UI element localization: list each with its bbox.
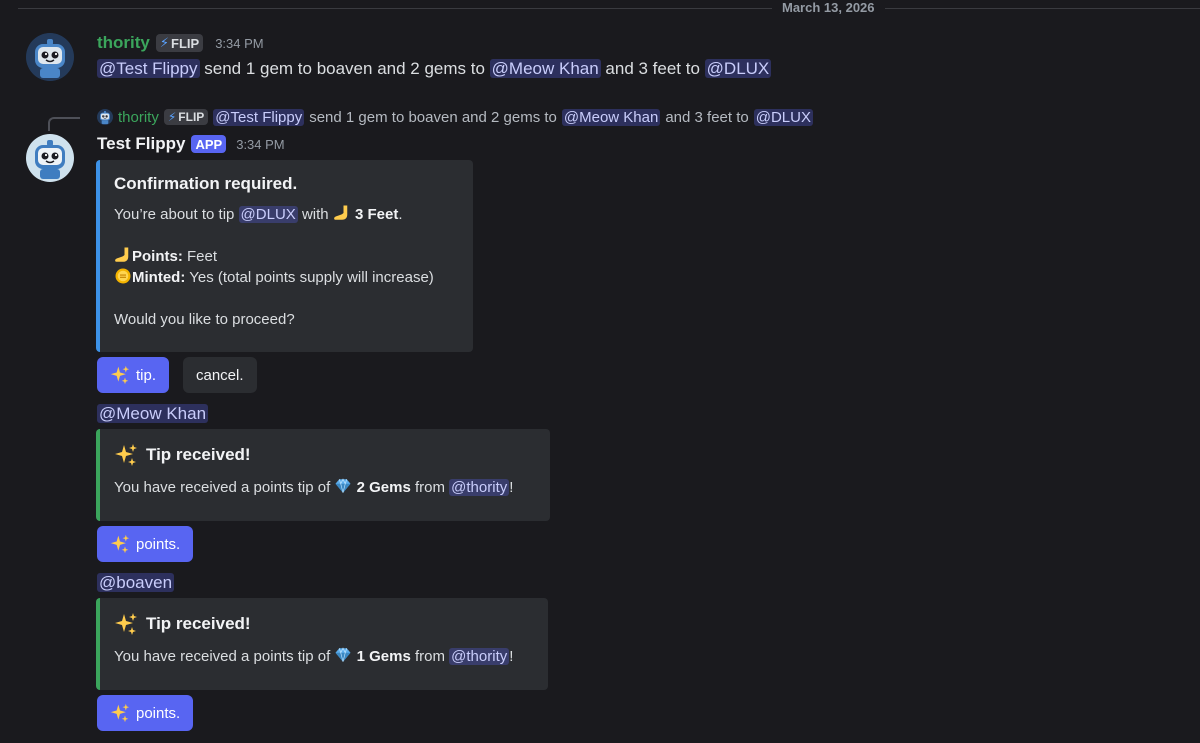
app-badge: APP	[191, 135, 227, 153]
points-label: Points:	[132, 248, 183, 265]
mention-meow-khan[interactable]: @Meow Khan	[97, 404, 209, 423]
badge-label: FLIP	[178, 110, 205, 124]
confirmation-embed: Confirmation required. You’re about to t…	[96, 160, 473, 352]
mention-meow-khan[interactable]: @Meow Khan	[561, 108, 661, 126]
message-header: thority ⚡ FLIP 3:34 PM	[97, 33, 264, 53]
reply-text: send 1 gem to boaven and 2 gems to	[309, 108, 557, 126]
tip2-recipient: @boaven	[97, 571, 175, 595]
divider-date: March 13, 2026	[772, 0, 885, 16]
embed-bold: 3 Feet	[354, 206, 399, 223]
mention-thority[interactable]: @thority	[449, 648, 510, 665]
embed-text: You have received a points tip of	[114, 479, 335, 496]
cancel-button[interactable]: cancel.	[183, 357, 257, 393]
mention-dlux[interactable]: @DLUX	[238, 206, 298, 223]
avatar-test-flippy[interactable]	[26, 134, 74, 182]
gem-emoji-icon	[334, 646, 352, 664]
mention-test-flippy[interactable]: @Test Flippy	[213, 108, 305, 126]
username-thority[interactable]: thority	[97, 33, 150, 53]
mention-dlux[interactable]: @DLUX	[704, 59, 772, 78]
sparkles-emoji-icon	[114, 443, 138, 467]
coin-emoji-icon	[114, 267, 132, 285]
embed-text: with	[297, 206, 333, 223]
foot-emoji-icon	[333, 204, 351, 222]
bolt-icon: ⚡	[167, 110, 177, 124]
embed-line: You have received a points tip of 2 Gems…	[114, 477, 534, 498]
reply-author[interactable]: thority	[118, 109, 159, 126]
embed-text: from	[410, 648, 450, 665]
embed-text: from	[410, 479, 450, 496]
embed-title-text: Tip received!	[146, 445, 251, 464]
flip-badge: ⚡ FLIP	[155, 34, 204, 52]
minted-line: Minted: Yes (total points supply will in…	[114, 267, 457, 288]
tip1-recipient: @Meow Khan	[97, 402, 209, 426]
embed-bold: 1 Gems	[356, 648, 411, 665]
timestamp: 3:34 PM	[215, 35, 264, 51]
embed-text: You have received a points tip of	[114, 648, 335, 665]
date-divider: March 13, 2026	[0, 0, 1200, 16]
tip-button-label: tip.	[136, 366, 157, 384]
mention-meow-khan[interactable]: @Meow Khan	[489, 59, 601, 78]
foot-emoji-icon	[114, 246, 132, 264]
mention-dlux[interactable]: @DLUX	[753, 108, 813, 126]
sparkles-emoji-icon	[114, 612, 138, 636]
minted-value: Yes (total points supply will increase)	[185, 269, 434, 286]
cancel-button-label: cancel.	[196, 366, 244, 384]
embed-line: You have received a points tip of 1 Gems…	[114, 646, 532, 667]
embed-text: !	[509, 648, 514, 665]
tip-button[interactable]: tip.	[97, 357, 170, 393]
points-button-label: points.	[136, 535, 181, 553]
sparkles-emoji-icon	[110, 534, 130, 554]
embed-title: Tip received!	[114, 612, 532, 636]
tip-received-embed: Tip received! You have received a points…	[96, 429, 550, 521]
bolt-icon: ⚡	[159, 35, 170, 50]
reply-reference[interactable]: thority ⚡ FLIP @Test Flippy send 1 gem t…	[97, 107, 813, 127]
reply-text: and 3 feet to	[665, 108, 749, 126]
gem-emoji-icon	[334, 477, 352, 495]
flip-badge: ⚡ FLIP	[163, 109, 209, 125]
tip-received-embed: Tip received! You have received a points…	[96, 598, 548, 690]
points-button-label: points.	[136, 704, 181, 722]
minted-label: Minted:	[132, 269, 186, 286]
points-button[interactable]: points.	[97, 695, 194, 731]
sparkles-emoji-icon	[110, 365, 130, 385]
embed-text: !	[509, 479, 514, 496]
message-content: @Test Flippy send 1 gem to boaven and 2 …	[97, 57, 772, 81]
embed-question: Would you like to proceed?	[114, 311, 295, 328]
reply-spine	[48, 117, 80, 131]
message-text: send 1 gem to boaven and 2 gems to	[199, 59, 490, 78]
embed-text: You’re about to tip	[114, 206, 239, 223]
reply-avatar	[97, 109, 113, 125]
message-header: Test Flippy APP 3:34 PM	[97, 134, 285, 154]
embed-bold: 2 Gems	[356, 479, 411, 496]
badge-label: FLIP	[171, 35, 200, 51]
message-text: and 3 feet to	[600, 59, 705, 78]
mention-boaven[interactable]: @boaven	[97, 573, 175, 592]
points-button[interactable]: points.	[97, 526, 194, 562]
divider-line	[18, 8, 1200, 9]
username-test-flippy[interactable]: Test Flippy	[97, 134, 185, 154]
embed-text: .	[398, 206, 403, 223]
embed-title-text: Tip received!	[146, 614, 251, 633]
embed-title: Tip received!	[114, 443, 534, 467]
sparkles-emoji-icon	[110, 703, 130, 723]
points-line: Points: Feet	[114, 246, 457, 267]
avatar-thority[interactable]	[26, 33, 74, 81]
embed-line: You’re about to tip @DLUX with 3 Feet.	[114, 204, 457, 225]
embed-title: Confirmation required.	[114, 174, 298, 193]
timestamp: 3:34 PM	[236, 136, 285, 152]
points-value: Feet	[182, 248, 218, 265]
mention-test-flippy[interactable]: @Test Flippy	[97, 59, 200, 78]
mention-thority[interactable]: @thority	[449, 479, 510, 496]
